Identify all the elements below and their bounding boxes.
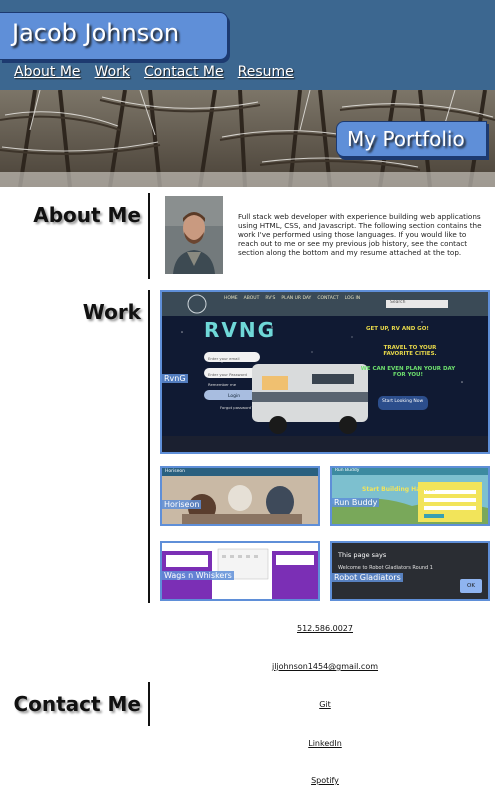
rvng-nav-contact: CONTACT [317, 296, 339, 301]
project-label-horiseon: Horiseon [162, 500, 202, 509]
about-heading: About Me [33, 203, 141, 227]
site-name: Jacob Johnson [12, 19, 180, 47]
run-buddy-headline: Start Building Habits. [362, 486, 436, 493]
project-label-rvng: RvnG [162, 374, 188, 383]
robot-dialog-ok: OK [460, 579, 482, 593]
rvng-remember: Remember me [208, 382, 237, 387]
robot-dialog-title: This page says [338, 551, 387, 559]
work-heading: Work [82, 300, 141, 324]
about-description: Full stack web developer with experience… [238, 212, 482, 257]
contact-divider [148, 682, 150, 726]
contact-email-link[interactable]: jljohnson1454@gmail.com [162, 662, 488, 671]
rvng-nav-login: LOG IN [344, 296, 361, 301]
headshot-photo [165, 196, 223, 274]
project-card-horiseon[interactable]: Horiseon Horiseon [160, 466, 320, 526]
project-card-wags-n-whiskers[interactable]: Wags n Whiskers [160, 541, 320, 601]
project-card-rvng[interactable]: HOME ABOUT RV'S PLAN UR DAY CONTACT LOG … [160, 290, 490, 454]
rvng-tagline-1: GET UP, RV AND GO! [366, 326, 429, 332]
work-divider [148, 290, 150, 603]
project-label-run-buddy: Run Buddy [332, 498, 380, 507]
portfolio-page: Jacob Johnson About Me Work Contact Me R… [0, 0, 495, 800]
site-header: Jacob Johnson About Me Work Contact Me R… [0, 0, 495, 90]
nav-about-me[interactable]: About Me [14, 64, 81, 80]
contact-phone-link[interactable]: 512.586.0027 [162, 624, 488, 633]
rvng-nav-rvs: RV'S [265, 296, 276, 301]
rvng-password: Enter your Password [208, 372, 247, 377]
rvng-search: Search [390, 300, 406, 305]
portfolio-banner: My Portfolio [336, 121, 487, 157]
name-banner: Jacob Johnson [0, 12, 228, 60]
nav-contact-me[interactable]: Contact Me [144, 64, 224, 80]
contact-heading: Contact Me [13, 692, 141, 716]
contact-spotify-link[interactable]: Spotify [162, 776, 488, 785]
contact-git-link[interactable]: Git [162, 700, 488, 709]
main-nav: About Me Work Contact Me Resume [14, 64, 294, 80]
rvng-nav-about: ABOUT [243, 296, 260, 301]
rvng-forgot: Forgot password? [220, 405, 254, 410]
portfolio-title: My Portfolio [347, 127, 465, 151]
project-label-robot-gladiators: Robot Gladiators [332, 573, 403, 582]
nav-resume[interactable]: Resume [238, 64, 294, 80]
nav-work[interactable]: Work [95, 64, 130, 80]
rvng-nav-home: HOME [224, 296, 238, 301]
rvng-tagline-3: WE CAN EVEN PLAN YOUR DAY FOR YOU! [360, 366, 456, 378]
run-buddy-brand: Run Buddy [335, 468, 360, 473]
robot-dialog-message: Welcome to Robot Gladiators Round 1 [338, 565, 433, 571]
rvng-tagline-2: TRAVEL TO YOUR FAVORITE CITIES. [383, 345, 437, 357]
rvng-cta: Start Looking Now [382, 399, 424, 404]
rvng-logo: RVNG [204, 318, 277, 342]
project-card-run-buddy[interactable]: Run Buddy Start Building Habits. Run Bud… [330, 466, 490, 526]
contact-linkedin-link[interactable]: LinkedIn [162, 739, 488, 748]
run-buddy-screenshot [332, 468, 488, 524]
project-label-wags-n-whiskers: Wags n Whiskers [162, 571, 234, 580]
rvng-nav-plan: PLAN UR DAY [281, 296, 312, 301]
about-divider [148, 193, 150, 279]
rvng-login: Login [228, 394, 241, 399]
horiseon-brand: Horiseon [165, 469, 185, 474]
horiseon-screenshot [162, 468, 318, 524]
project-card-robot-gladiators[interactable]: This page says Welcome to Robot Gladiato… [330, 541, 490, 601]
rvng-email: Enter your email [208, 356, 240, 361]
